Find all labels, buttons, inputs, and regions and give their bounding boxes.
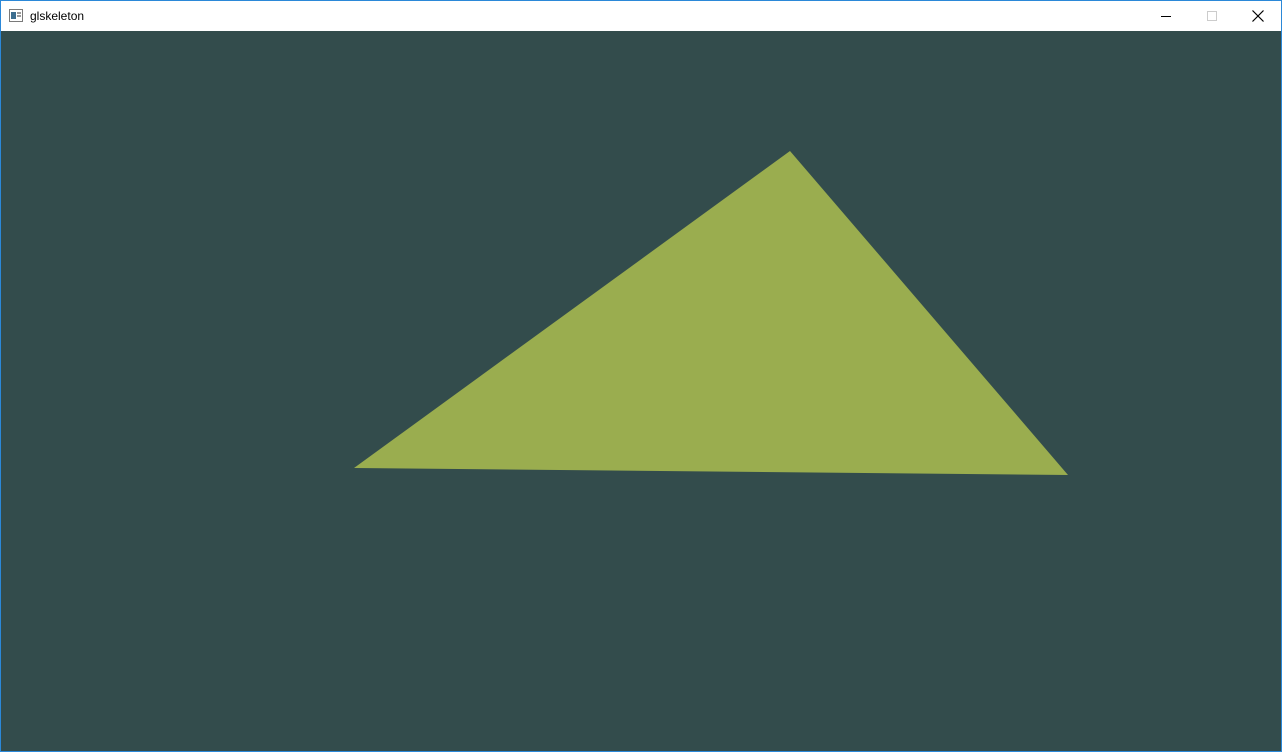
application-window: glskeleton <box>0 0 1282 752</box>
gl-canvas <box>1 31 1281 751</box>
maximize-button[interactable] <box>1189 1 1235 31</box>
title-bar[interactable]: glskeleton <box>1 1 1281 31</box>
opengl-viewport[interactable] <box>1 31 1281 751</box>
minimize-icon <box>1161 11 1171 21</box>
maximize-icon <box>1207 11 1217 21</box>
window-title: glskeleton <box>30 9 85 23</box>
close-button[interactable] <box>1235 1 1281 31</box>
minimize-button[interactable] <box>1143 1 1189 31</box>
close-icon <box>1252 10 1264 22</box>
app-icon[interactable] <box>9 9 23 22</box>
